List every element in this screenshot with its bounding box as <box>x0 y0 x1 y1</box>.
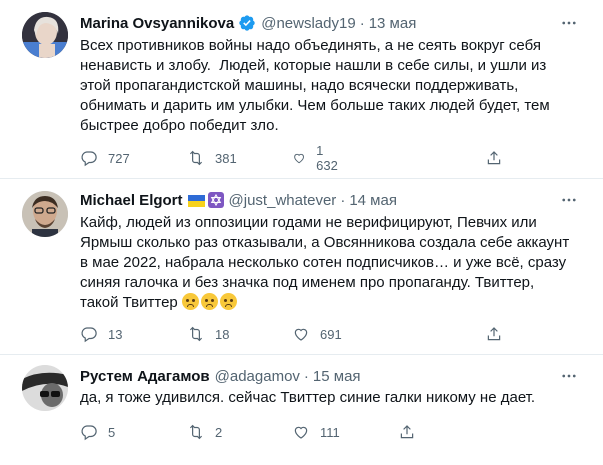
like-count: 1 632 <box>316 143 338 173</box>
reply-icon <box>81 151 97 167</box>
more-icon[interactable] <box>559 366 579 386</box>
tweet-text: Кайф, людей из оппозиции годами не вериф… <box>80 213 575 313</box>
author-name[interactable]: Michael Elgort <box>80 192 183 209</box>
author-name[interactable]: Рустем Адагамов <box>80 368 210 385</box>
avatar[interactable] <box>22 12 68 58</box>
like-button[interactable]: 1 632 <box>292 143 342 173</box>
star-of-david-icon <box>207 192 224 208</box>
reply-button[interactable]: 13 <box>80 325 122 343</box>
like-icon <box>294 328 308 341</box>
retweet-count: 381 <box>215 150 237 166</box>
author-name[interactable]: Marina Ovsyannikova <box>80 15 234 32</box>
retweet-count: 2 <box>215 424 223 440</box>
more-icon[interactable] <box>559 13 579 33</box>
like-button[interactable]: 691 <box>292 325 342 343</box>
tweet-1[interactable]: Marina Ovsyannikova @newslady19 · 13 мая… <box>0 0 603 178</box>
tweet-date[interactable]: 15 мая <box>313 368 361 385</box>
reply-count: 5 <box>108 424 116 440</box>
like-icon <box>294 153 304 164</box>
share-icon <box>400 425 414 439</box>
avatar[interactable] <box>22 191 68 237</box>
tweet-3[interactable]: Рустем Адагамов @adagamov · 15 мая да, я… <box>0 355 603 465</box>
tweet-2[interactable]: Michael Elgort @just_whatever · 14 мая К… <box>0 179 603 354</box>
reply-icon <box>81 327 97 343</box>
author-handle[interactable]: @adagamov <box>215 368 300 385</box>
reply-button[interactable]: 727 <box>80 149 130 167</box>
retweet-icon <box>189 424 203 440</box>
reply-count: 13 <box>108 326 123 342</box>
retweet-icon <box>189 326 203 342</box>
verified-badge-icon <box>238 14 256 32</box>
frowning-face-icon <box>200 293 218 310</box>
retweet-button[interactable]: 381 <box>187 149 237 167</box>
avatar[interactable] <box>22 365 68 411</box>
share-button[interactable] <box>485 325 503 343</box>
reply-button[interactable]: 5 <box>80 423 115 441</box>
like-button[interactable]: 111 <box>292 423 340 441</box>
share-button[interactable] <box>485 149 503 167</box>
share-icon <box>487 151 501 165</box>
tweet-date[interactable]: 13 мая <box>369 15 417 32</box>
like-icon <box>294 426 308 439</box>
separator-dot: · <box>340 191 346 209</box>
reply-count: 727 <box>108 150 130 166</box>
tweet-date[interactable]: 14 мая <box>349 192 397 209</box>
frowning-face-icon <box>219 293 237 310</box>
ukraine-flag-icon <box>187 194 205 207</box>
separator-dot: · <box>359 14 365 32</box>
tweet-text: Всех противников войны надо объединять, … <box>80 37 554 134</box>
more-icon[interactable] <box>559 190 579 210</box>
like-count: 111 <box>320 424 340 440</box>
author-handle[interactable]: @newslady19 <box>261 15 355 32</box>
retweet-count: 18 <box>215 326 230 342</box>
share-icon <box>487 327 501 341</box>
author-handle[interactable]: @just_whatever <box>229 192 337 209</box>
tweet-text-content: Кайф, людей из оппозиции годами не вериф… <box>80 214 574 311</box>
retweet-icon <box>189 150 203 166</box>
retweet-button[interactable]: 2 <box>187 423 222 441</box>
tweet-text: да, я тоже удивился. сейчас Твиттер сини… <box>80 389 536 406</box>
separator-dot: · <box>303 367 309 385</box>
share-button[interactable] <box>398 423 416 441</box>
retweet-button[interactable]: 18 <box>187 325 229 343</box>
frowning-face-icon <box>181 293 199 310</box>
reply-icon <box>81 425 97 441</box>
like-count: 691 <box>320 326 342 342</box>
